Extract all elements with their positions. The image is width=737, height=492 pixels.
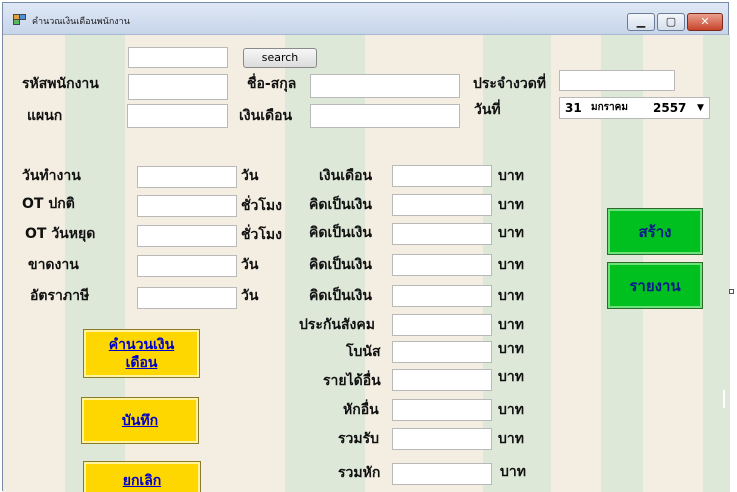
minimize-button[interactable]: ▁ bbox=[627, 13, 655, 31]
divider bbox=[723, 390, 725, 408]
app-icon bbox=[13, 14, 26, 25]
work-input-4[interactable] bbox=[137, 287, 237, 309]
money-input-1[interactable] bbox=[392, 194, 492, 216]
title-bar[interactable]: คำนวณเงินเดือนพนักงาน ▁ ▢ ✕ bbox=[3, 3, 728, 35]
money-input-5[interactable] bbox=[392, 314, 492, 336]
money-label-9: รวมรับ bbox=[338, 431, 380, 447]
salary-header-label: เงินเดือน bbox=[239, 108, 293, 124]
cancel-button[interactable]: ยกเลิก bbox=[83, 461, 201, 492]
form-client-area: search รหัสพนักงาน ชื่อ-สกุล ประจำงวดที่… bbox=[3, 35, 730, 492]
period-input[interactable] bbox=[559, 70, 675, 91]
money-label-1: คิดเป็นเงิน bbox=[309, 197, 372, 213]
work-unit-1: ชั่วโมง bbox=[241, 198, 282, 214]
close-icon: ✕ bbox=[700, 15, 710, 28]
work-input-1[interactable] bbox=[137, 195, 237, 217]
money-input-7[interactable] bbox=[392, 369, 492, 391]
employee-id-input[interactable] bbox=[128, 74, 228, 100]
money-input-0[interactable] bbox=[392, 165, 492, 187]
report-button[interactable]: รายงาน bbox=[607, 262, 703, 309]
name-input[interactable] bbox=[310, 74, 460, 98]
money-label-3: คิดเป็นเงิน bbox=[309, 257, 372, 273]
money-input-6[interactable] bbox=[392, 341, 492, 363]
maximize-button[interactable]: ▢ bbox=[657, 13, 685, 31]
main-window: คำนวณเงินเดือนพนักงาน ▁ ▢ ✕ search รหัสพ… bbox=[2, 2, 730, 492]
money-unit-9: บาท bbox=[498, 431, 524, 447]
date-picker[interactable]: 31 มกราคม 2557 ▼ bbox=[559, 97, 710, 119]
search-button[interactable]: search bbox=[243, 48, 317, 68]
save-button[interactable]: บันทึก bbox=[81, 397, 199, 444]
employee-id-label: รหัสพนักงาน bbox=[22, 76, 99, 92]
money-unit-10: บาท bbox=[500, 464, 526, 480]
close-button[interactable]: ✕ bbox=[687, 13, 723, 31]
period-label: ประจำงวดที่ bbox=[473, 76, 547, 92]
money-unit-1: บาท bbox=[498, 197, 524, 213]
money-label-6: โบนัส bbox=[346, 344, 381, 360]
money-label-5: ประกันสังคม bbox=[299, 317, 375, 333]
maximize-icon: ▢ bbox=[665, 15, 677, 28]
chevron-down-icon[interactable]: ▼ bbox=[697, 98, 704, 118]
work-label-0: วันทำงาน bbox=[22, 168, 81, 184]
create-button[interactable]: สร้าง bbox=[607, 208, 703, 255]
money-input-4[interactable] bbox=[392, 285, 492, 307]
work-unit-0: วัน bbox=[241, 168, 259, 184]
work-unit-4: วัน bbox=[241, 288, 259, 304]
money-label-2: คิดเป็นเงิน bbox=[309, 225, 372, 241]
window-title: คำนวณเงินเดือนพนักงาน bbox=[32, 17, 130, 27]
money-unit-6: บาท bbox=[498, 341, 524, 357]
money-input-2[interactable] bbox=[392, 223, 492, 245]
work-input-3[interactable] bbox=[137, 255, 237, 277]
money-unit-5: บาท bbox=[498, 317, 524, 333]
department-label: แผนก bbox=[27, 108, 63, 124]
money-unit-4: บาท bbox=[498, 288, 524, 304]
date-month: มกราคม bbox=[591, 102, 628, 113]
calculate-salary-button[interactable]: คำนวนเงินเดือน bbox=[83, 329, 200, 378]
money-unit-7: บาท bbox=[498, 369, 524, 385]
salary-header-input[interactable] bbox=[310, 104, 460, 128]
name-label: ชื่อ-สกุล bbox=[247, 76, 297, 92]
money-input-3[interactable] bbox=[392, 254, 492, 276]
resize-handle[interactable] bbox=[729, 289, 734, 294]
money-unit-8: บาท bbox=[498, 402, 524, 418]
money-unit-2: บาท bbox=[498, 225, 524, 241]
work-label-1: OT ปกติ bbox=[22, 196, 75, 212]
date-label: วันที่ bbox=[474, 102, 501, 118]
money-unit-3: บาท bbox=[498, 257, 524, 273]
date-day: 31 bbox=[565, 101, 582, 115]
department-input[interactable] bbox=[127, 104, 228, 128]
money-input-10[interactable] bbox=[392, 463, 492, 485]
money-unit-0: บาท bbox=[498, 168, 524, 184]
money-input-9[interactable] bbox=[392, 428, 492, 450]
money-input-8[interactable] bbox=[392, 399, 492, 421]
money-label-7: รายได้อื่น bbox=[323, 373, 381, 389]
money-label-0: เงินเดือน bbox=[319, 168, 373, 184]
money-label-10: รวมหัก bbox=[338, 465, 381, 481]
money-label-8: หักอื่น bbox=[343, 402, 379, 418]
work-input-2[interactable] bbox=[137, 225, 237, 247]
work-unit-3: วัน bbox=[241, 257, 259, 273]
work-input-0[interactable] bbox=[137, 166, 237, 188]
money-label-4: คิดเป็นเงิน bbox=[309, 288, 372, 304]
work-label-3: ขาดงาน bbox=[28, 257, 79, 273]
minimize-icon: ▁ bbox=[636, 15, 646, 28]
search-input[interactable] bbox=[128, 47, 228, 68]
work-label-2: OT วันหยุด bbox=[25, 226, 96, 242]
work-label-4: อัตราภาษี bbox=[30, 288, 90, 304]
work-unit-2: ชั่วโมง bbox=[241, 227, 282, 243]
date-year: 2557 bbox=[653, 101, 687, 115]
